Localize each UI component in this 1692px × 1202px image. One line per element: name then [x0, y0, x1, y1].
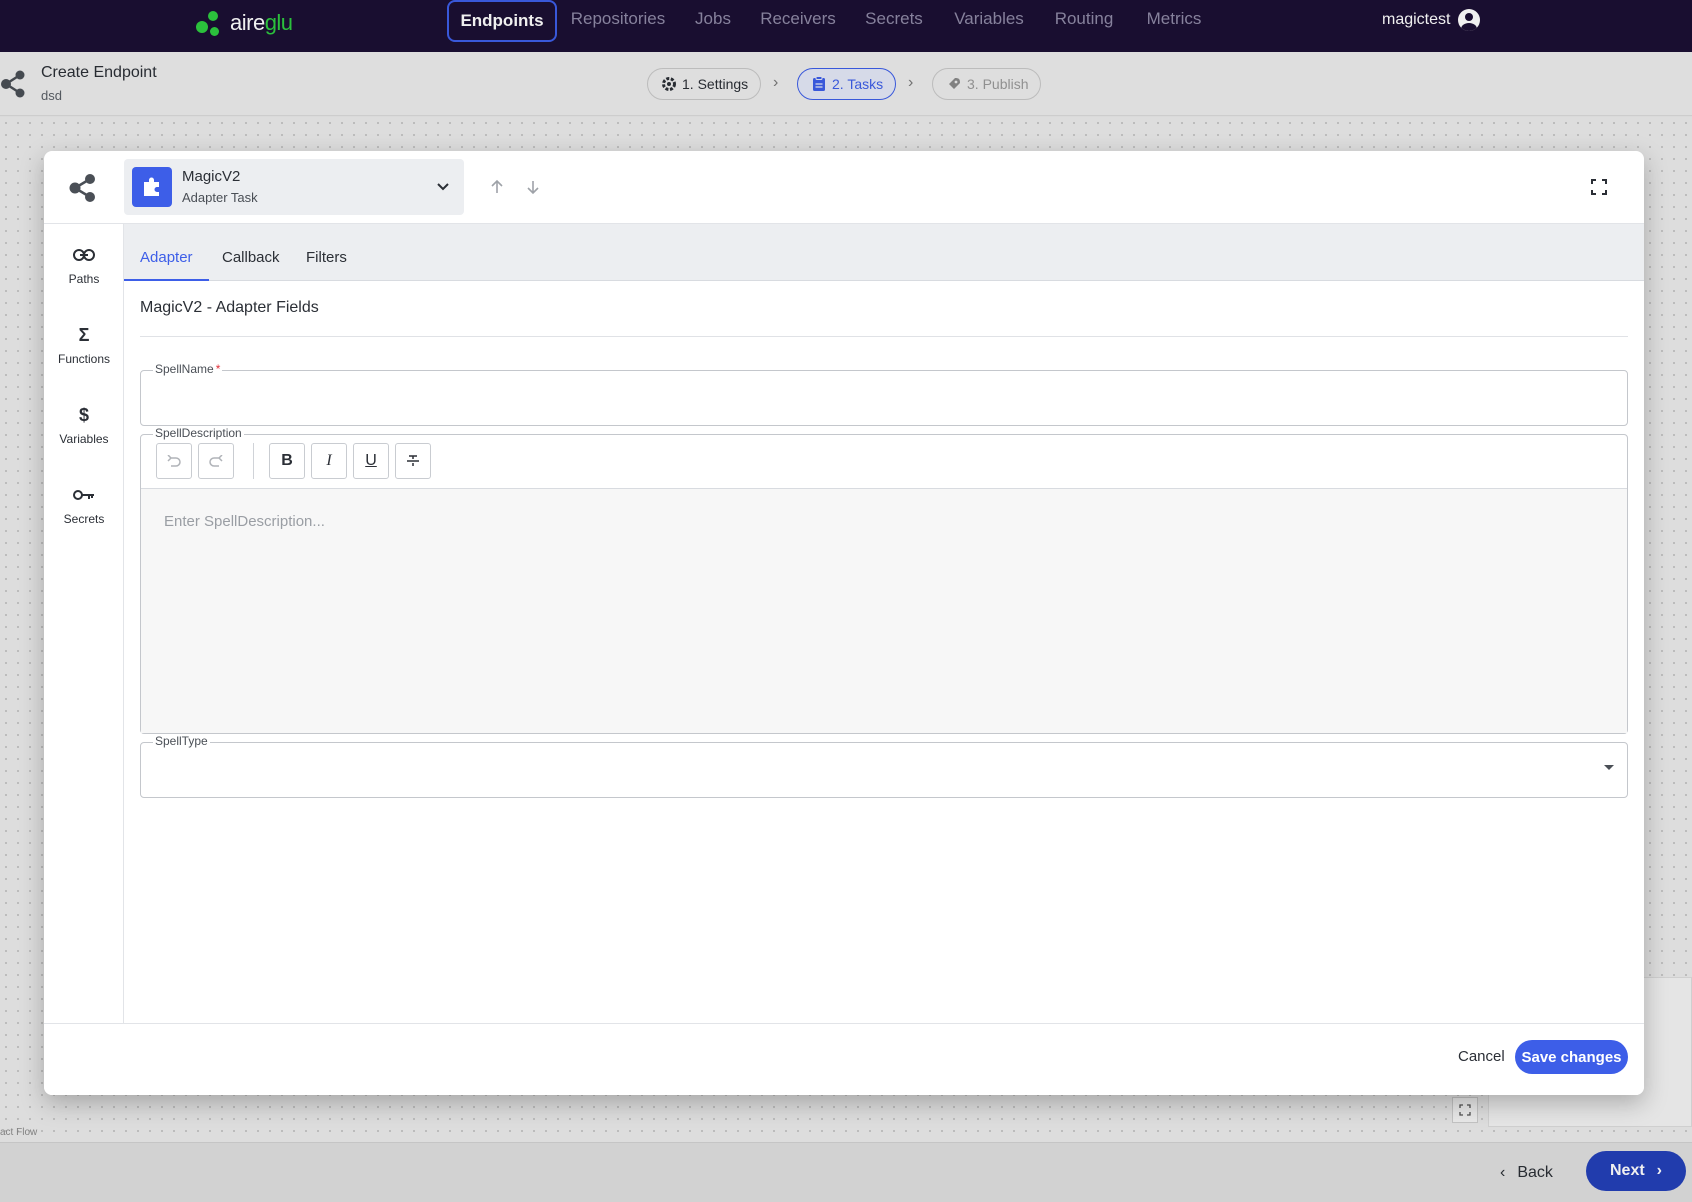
required-mark: *: [215, 362, 221, 376]
bold-icon[interactable]: B: [269, 443, 305, 479]
side-nav-functions-label: Functions: [57, 352, 111, 366]
side-nav-paths[interactable]: Paths: [44, 242, 124, 286]
chevron-down-icon: [437, 183, 449, 191]
redo-icon[interactable]: [198, 443, 234, 479]
spell-name-field: SpellName *: [140, 362, 1628, 426]
spell-description-editor[interactable]: Enter SpellDescription...: [141, 489, 1627, 733]
link-icon: [44, 242, 124, 268]
arrow-down-icon[interactable]: [523, 177, 543, 197]
spell-name-label: SpellName *: [153, 362, 223, 376]
arrow-up-icon[interactable]: [487, 177, 507, 197]
section-divider: [140, 336, 1628, 337]
tab-adapter[interactable]: Adapter: [124, 249, 209, 281]
modal-tabs: Adapter Callback Filters: [124, 224, 1644, 281]
side-nav-functions[interactable]: Σ Functions: [44, 322, 124, 367]
flow-share-icon: [69, 174, 95, 202]
task-name: MagicV2: [182, 168, 241, 185]
cancel-button[interactable]: Cancel: [1458, 1048, 1505, 1065]
strikethrough-icon[interactable]: [395, 443, 431, 479]
spell-description-field: SpellDescription B I U Enter SpellDescri…: [140, 426, 1628, 734]
italic-icon[interactable]: I: [311, 443, 347, 479]
undo-icon[interactable]: [156, 443, 192, 479]
toolbar-separator: [253, 443, 254, 479]
spell-type-value: [153, 757, 1613, 781]
caret-down-icon[interactable]: [1604, 765, 1614, 770]
tab-callback[interactable]: Callback: [222, 249, 280, 281]
spell-description-label: SpellDescription: [153, 426, 244, 440]
side-nav-secrets-label: Secrets: [63, 512, 105, 526]
spell-description-placeholder: Enter SpellDescription...: [164, 513, 325, 530]
modal-side-nav: Paths Σ Functions $ Variables Secrets: [44, 224, 124, 1024]
spell-name-input[interactable]: [153, 385, 1613, 409]
dollar-icon: $: [78, 404, 89, 425]
key-icon: [44, 482, 124, 508]
spell-name-label-text: SpellName: [155, 362, 214, 376]
underline-icon[interactable]: U: [353, 443, 389, 479]
save-changes-button[interactable]: Save changes: [1515, 1040, 1628, 1074]
side-nav-secrets[interactable]: Secrets: [44, 482, 124, 526]
task-selector[interactable]: MagicV2 Adapter Task: [124, 159, 464, 215]
task-type: Adapter Task: [182, 190, 258, 205]
modal-footer: Cancel Save changes: [44, 1023, 1644, 1095]
side-nav-variables-label: Variables: [59, 432, 109, 446]
section-title: MagicV2 - Adapter Fields: [140, 299, 319, 316]
sigma-icon: Σ: [78, 324, 90, 345]
spell-type-label: SpellType: [153, 734, 210, 748]
task-editor-modal: MagicV2 Adapter Task Paths Σ Functions $…: [44, 151, 1644, 1095]
tab-filters[interactable]: Filters: [306, 249, 347, 281]
puzzle-icon: [132, 167, 172, 207]
modal-header: MagicV2 Adapter Task: [44, 151, 1644, 224]
rich-text-toolbar: B I U: [141, 435, 1627, 489]
side-nav-variables[interactable]: $ Variables: [44, 402, 124, 447]
fullscreen-icon[interactable]: [1589, 177, 1609, 197]
side-nav-paths-label: Paths: [68, 272, 100, 286]
spell-type-field[interactable]: SpellType: [140, 734, 1628, 798]
